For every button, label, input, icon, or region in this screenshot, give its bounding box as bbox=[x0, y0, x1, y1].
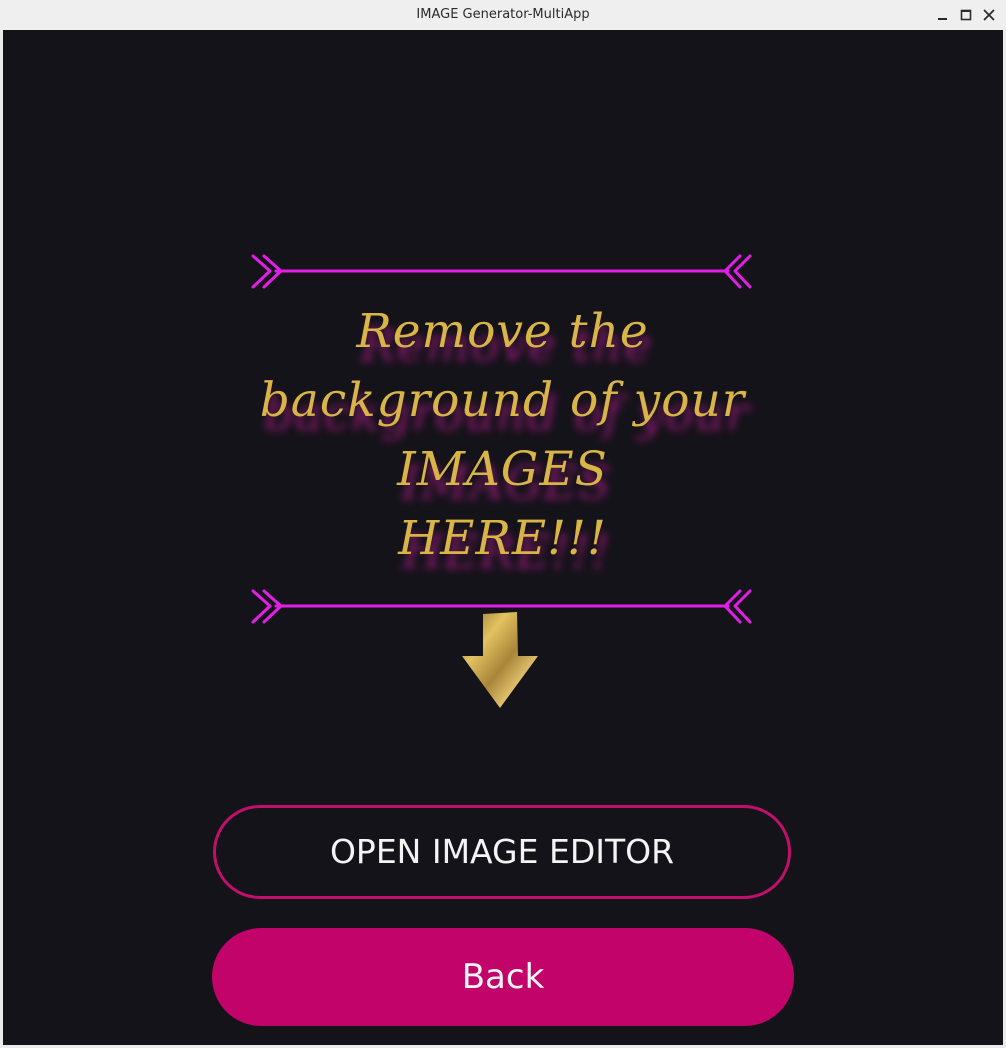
arrow-down-icon bbox=[462, 612, 538, 708]
window-title: IMAGE Generator-MultiApp bbox=[416, 7, 590, 22]
double-chevron-arrow-line-top bbox=[251, 254, 752, 289]
app-window: IMAGE Generator-MultiApp Remove the back… bbox=[0, 0, 1006, 1048]
close-icon[interactable] bbox=[981, 7, 997, 23]
headline-line: background of your bbox=[259, 373, 746, 428]
headline-line: Remove the bbox=[356, 304, 649, 359]
back-button[interactable]: Back bbox=[212, 928, 794, 1026]
headline-line: HERE!!! bbox=[398, 511, 607, 566]
maximize-icon[interactable] bbox=[958, 7, 974, 23]
title-bar[interactable]: IMAGE Generator-MultiApp bbox=[0, 0, 1006, 30]
headline-line: IMAGES bbox=[397, 442, 608, 497]
minimize-icon[interactable] bbox=[935, 7, 951, 23]
open-image-editor-button[interactable]: OPEN IMAGE EDITOR bbox=[213, 805, 791, 899]
headline-text: Remove the background of your IMAGES HER… bbox=[250, 297, 755, 573]
